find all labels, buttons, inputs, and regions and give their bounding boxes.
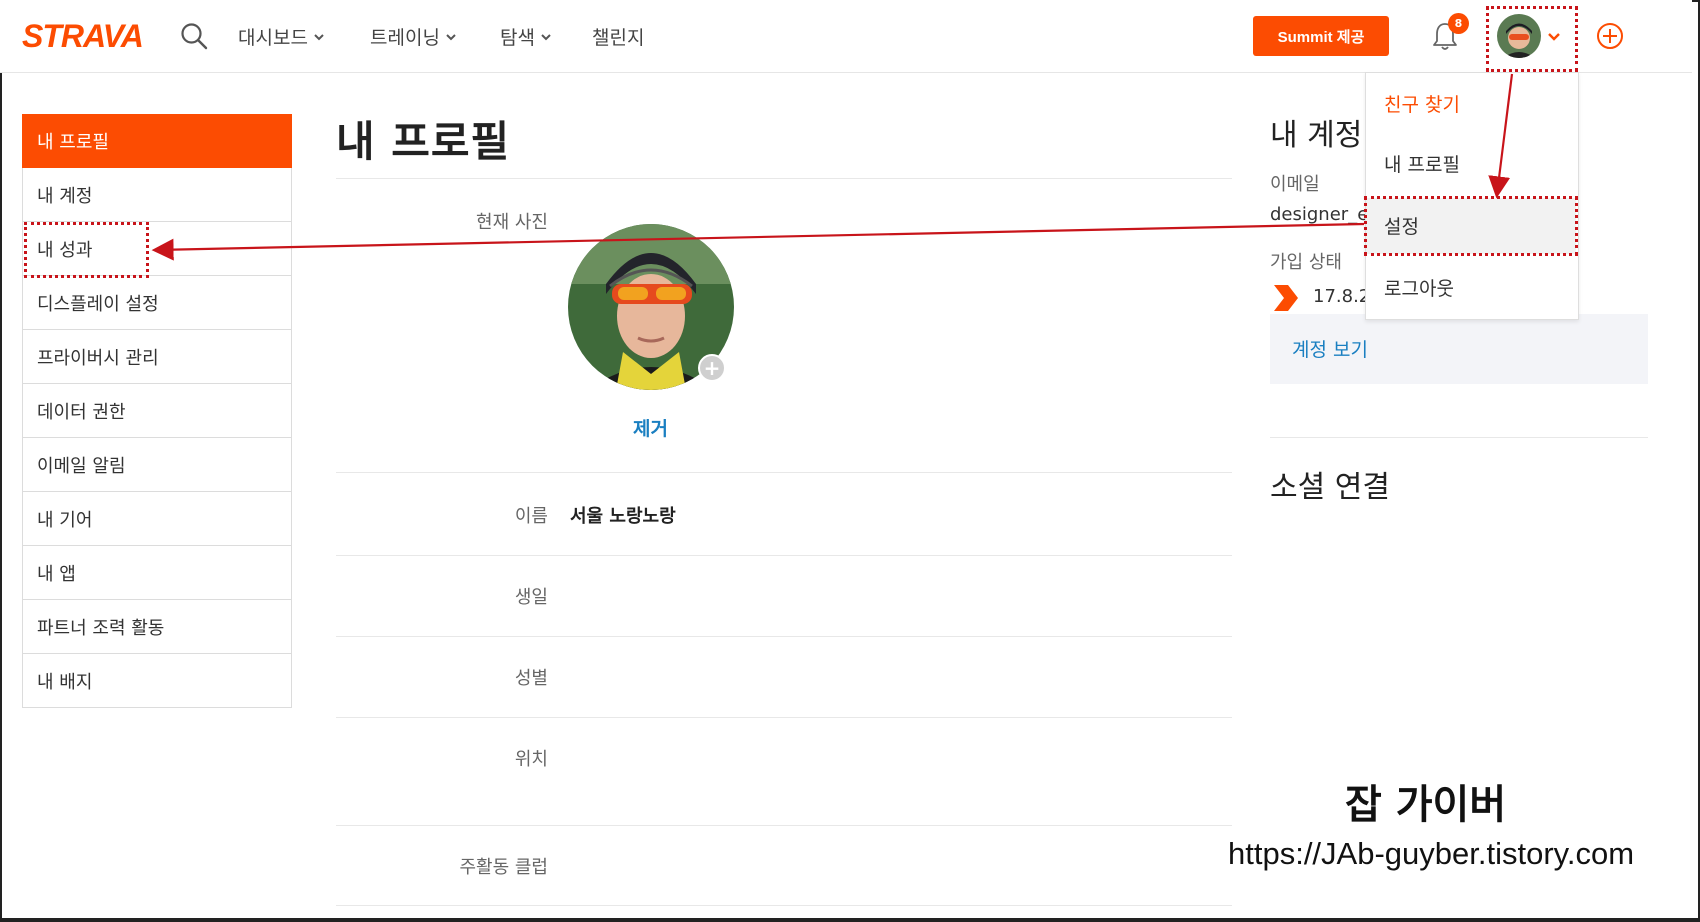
nav-explore-label: 탐색: [500, 27, 535, 49]
nav-dashboard[interactable]: 대시보드: [238, 23, 324, 50]
name-value[interactable]: 서울 노랑노랑: [570, 502, 676, 528]
divider: [336, 178, 1232, 179]
summit-button[interactable]: Summit 제공: [1253, 16, 1389, 56]
sidebar-item-privacy[interactable]: 프라이버시 관리: [22, 330, 292, 384]
sidebar-item-label: 내 배지: [37, 671, 93, 693]
chevron-down-icon: [541, 33, 551, 40]
divider: [1270, 437, 1648, 438]
remove-photo-link[interactable]: 제거: [633, 414, 668, 441]
chevron-down-icon: [446, 33, 456, 40]
email-value: designer_e: [1270, 204, 1369, 225]
subscription-chevron-icon: [1274, 285, 1298, 311]
divider: [336, 472, 1232, 473]
sidebar-item-label: 내 계정: [37, 185, 93, 207]
sidebar-item-label: 내 기어: [37, 509, 93, 531]
divider: [336, 825, 1232, 826]
sidebar-item-label: 내 프로필: [37, 132, 109, 153]
nav-explore[interactable]: 탐색: [500, 23, 551, 50]
sidebar-item-my-apps[interactable]: 내 앱: [22, 546, 292, 600]
sidebar-item-label: 파트너 조력 활동: [37, 617, 165, 639]
gender-label: 성별: [514, 668, 548, 689]
name-label: 이름: [514, 506, 548, 527]
plus-circle-icon[interactable]: [1596, 22, 1624, 50]
add-photo-icon[interactable]: +: [698, 354, 726, 382]
nav-training[interactable]: 트레이닝: [370, 23, 456, 50]
sidebar-item-label: 디스플레이 설정: [37, 293, 159, 315]
divider: [336, 717, 1232, 718]
dropdown-item-logout[interactable]: 로그아웃: [1384, 274, 1454, 301]
dropdown-item-my-profile[interactable]: 내 프로필: [1384, 150, 1460, 177]
notification-badge: 8: [1448, 13, 1469, 34]
annotation-box-my-performance: [24, 222, 149, 278]
nav-challenges[interactable]: 챌린지: [592, 23, 644, 50]
sidebar-item-display-settings[interactable]: 디스플레이 설정: [22, 276, 292, 330]
watermark-title: 잡 가이버: [1345, 782, 1507, 828]
page-title: 내 프로필: [336, 117, 511, 166]
location-label: 위치: [514, 749, 548, 770]
annotation-box-avatar: [1486, 6, 1578, 72]
sidebar-item-label: 내 앱: [37, 563, 76, 585]
annotation-box-settings: [1364, 196, 1578, 256]
sidebar-item-my-profile[interactable]: 내 프로필: [22, 114, 292, 168]
nav-dashboard-label: 대시보드: [238, 27, 308, 49]
email-label: 이메일: [1270, 174, 1320, 195]
settings-sidebar: 내 프로필 내 계정 내 성과 디스플레이 설정 프라이버시 관리 데이터 권한…: [22, 114, 292, 708]
top-navigation-bar: STRAVA 대시보드 트레이닝 탐색 챌린지 Summit 제공 8: [0, 0, 1692, 73]
birthday-label: 생일: [514, 587, 548, 608]
search-icon[interactable]: [180, 22, 208, 50]
social-connections-title: 소셜 연결: [1270, 470, 1390, 505]
strava-logo[interactable]: STRAVA: [22, 18, 144, 55]
current-photo-label: 현재 사진: [476, 212, 548, 233]
sidebar-item-label: 이메일 알림: [37, 455, 126, 477]
join-status-label: 가입 상태: [1270, 252, 1342, 273]
divider: [336, 636, 1232, 637]
sidebar-item-label: 데이터 권한: [37, 401, 126, 423]
sidebar-item-email-notifications[interactable]: 이메일 알림: [22, 438, 292, 492]
dropdown-item-find-friends[interactable]: 친구 찾기: [1384, 90, 1460, 117]
join-date: 17.8.2: [1313, 286, 1371, 307]
nav-training-label: 트레이닝: [370, 27, 440, 49]
divider: [336, 905, 1232, 906]
sidebar-item-my-gear[interactable]: 내 기어: [22, 492, 292, 546]
primary-club-label: 주활동 클럽: [459, 857, 548, 878]
divider: [336, 555, 1232, 556]
sidebar-item-my-badges[interactable]: 내 배지: [22, 654, 292, 708]
account-section-title: 내 계정: [1270, 118, 1363, 153]
sidebar-item-partner-activities[interactable]: 파트너 조력 활동: [22, 600, 292, 654]
watermark-url: https://JAb-guyber.tistory.com: [1228, 836, 1635, 871]
sidebar-item-data-permissions[interactable]: 데이터 권한: [22, 384, 292, 438]
view-account-link[interactable]: 계정 보기: [1292, 335, 1368, 362]
sidebar-item-my-account[interactable]: 내 계정: [22, 168, 292, 222]
chevron-down-icon: [314, 33, 324, 40]
nav-challenges-label: 챌린지: [592, 27, 645, 49]
sidebar-item-label: 프라이버시 관리: [37, 347, 159, 369]
